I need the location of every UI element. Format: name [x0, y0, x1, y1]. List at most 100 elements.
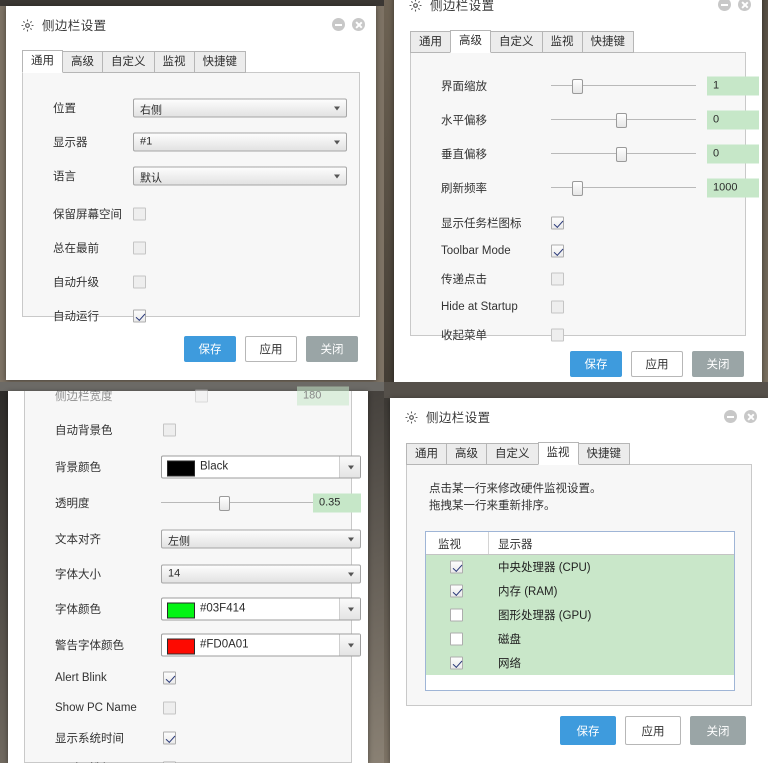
transparency-value-text: 0.35	[319, 496, 341, 509]
ram-checkbox[interactable]	[450, 584, 463, 598]
table-row[interactable]: 内存 (RAM)	[426, 579, 734, 603]
sidebar-width-value[interactable]: 180	[297, 386, 349, 406]
font-color-dropdown[interactable]: #03F414	[161, 597, 361, 621]
tab-advanced[interactable]: 高级	[446, 443, 487, 465]
font-size-dropdown[interactable]: 14	[161, 564, 361, 583]
ui-scale-value-text: 1	[713, 79, 720, 92]
collapse-menu-checkbox[interactable]	[551, 328, 564, 342]
slider-knob[interactable]	[572, 181, 584, 196]
apply-button[interactable]: 应用	[631, 351, 683, 377]
text-align-dropdown[interactable]: 左侧	[161, 529, 361, 548]
save-button[interactable]: 保存	[184, 336, 236, 362]
tab-monitor[interactable]: 监视	[541, 31, 583, 53]
minimize-icon[interactable]	[332, 18, 345, 31]
tab-custom[interactable]: 自定义	[102, 51, 155, 73]
tab-hotkeys[interactable]: 快捷键	[581, 31, 634, 53]
row-show-tray-icon: 显示任务栏图标	[411, 209, 745, 237]
minimize-icon[interactable]	[718, 0, 731, 11]
table-row[interactable]: 图形处理器 (GPU)	[426, 603, 734, 627]
close-icon[interactable]	[352, 18, 365, 31]
table-row[interactable]: 磁盘	[426, 627, 734, 651]
ui-scale-slider[interactable]	[551, 79, 696, 94]
passthrough-click-checkbox[interactable]	[551, 272, 564, 286]
position-dropdown[interactable]: 右侧	[133, 98, 347, 118]
show-pc-name-checkbox[interactable]	[163, 701, 176, 715]
tab-custom[interactable]: 自定义	[486, 443, 539, 465]
cpu-checkbox[interactable]	[450, 560, 463, 574]
tab-monitor[interactable]: 监视	[537, 442, 579, 465]
auto-bg-color-checkbox[interactable]	[163, 423, 176, 437]
language-value: 默认	[140, 172, 162, 185]
row-toolbar-mode: Toolbar Mode	[411, 237, 745, 265]
row-language: 语言 默认	[23, 159, 359, 193]
gear-icon	[21, 19, 34, 32]
show-system-time-checkbox[interactable]	[163, 731, 176, 745]
tab-advanced[interactable]: 高级	[62, 51, 103, 73]
slider-knob[interactable]	[615, 147, 627, 162]
save-button[interactable]: 保存	[570, 351, 622, 377]
tab-monitor[interactable]: 监视	[153, 51, 195, 73]
tab-hotkeys[interactable]: 快捷键	[577, 443, 630, 465]
tab-general[interactable]: 通用	[406, 443, 447, 465]
network-checkbox[interactable]	[450, 656, 463, 670]
settings-window-custom: 侧边栏宽度 180 自动背景色 背景颜色 Black 透明度 0.35 文本对齐…	[8, 386, 368, 763]
reserve-space-checkbox[interactable]	[133, 207, 146, 221]
sidebar-width-value-text: 180	[303, 389, 322, 402]
tab-custom[interactable]: 自定义	[490, 31, 543, 53]
column-header-monitor: 监视	[438, 539, 461, 551]
row-sidebar-width: 侧边栏宽度 180	[25, 385, 351, 407]
close-button[interactable]: 关闭	[692, 351, 744, 377]
minimize-icon[interactable]	[724, 410, 737, 423]
h-offset-slider[interactable]	[551, 113, 696, 128]
settings-window-advanced: 侧边栏设置 通用 高级 自定义 监视 快捷键 界面缩放 1 水平偏移 0 垂直偏…	[394, 0, 762, 382]
save-button[interactable]: 保存	[560, 716, 616, 745]
tab-advanced[interactable]: 高级	[450, 30, 491, 53]
slider-knob[interactable]	[572, 79, 584, 94]
refresh-rate-value[interactable]: 1000	[707, 178, 759, 198]
footer-buttons: 保存 应用 关闭	[184, 336, 358, 362]
always-on-top-checkbox[interactable]	[133, 241, 146, 255]
v-offset-slider[interactable]	[551, 147, 696, 162]
show-tray-icon-checkbox[interactable]	[551, 216, 564, 230]
warn-font-color-dropdown[interactable]: #FD0A01	[161, 633, 361, 657]
slider-knob[interactable]	[218, 496, 230, 511]
monitor-dropdown[interactable]: #1	[133, 132, 347, 152]
language-dropdown[interactable]: 默认	[133, 166, 347, 186]
row-position: 位置 右侧	[23, 91, 359, 125]
row-monitor: 显示器 #1	[23, 125, 359, 159]
disk-checkbox[interactable]	[450, 632, 463, 646]
apply-button[interactable]: 应用	[625, 716, 681, 745]
close-button[interactable]: 关闭	[306, 336, 358, 362]
row-auto-bg-color: 自动背景色	[25, 411, 351, 449]
bg-color-dropdown[interactable]: Black	[161, 455, 361, 479]
ui-scale-value[interactable]: 1	[707, 76, 759, 96]
transparency-value[interactable]: 0.35	[313, 493, 361, 513]
h-offset-value[interactable]: 0	[707, 110, 759, 130]
toolbar-mode-checkbox[interactable]	[551, 244, 564, 258]
close-button[interactable]: 关闭	[690, 716, 746, 745]
label-show-system-time: 显示系统时间	[55, 733, 124, 745]
close-icon[interactable]	[738, 0, 751, 11]
transparency-slider[interactable]	[161, 496, 326, 511]
sidebar-width-checkbox[interactable]	[195, 389, 208, 403]
refresh-rate-slider[interactable]	[551, 181, 696, 196]
close-icon[interactable]	[744, 410, 757, 423]
table-row[interactable]: 网络	[426, 651, 734, 675]
screenshot-grid: 侧边栏设置 通用 高级 自定义 监视 快捷键 位置 右侧 显示器 #1 语言 默…	[0, 0, 768, 763]
tab-general[interactable]: 通用	[22, 50, 63, 73]
auto-update-checkbox[interactable]	[133, 275, 146, 289]
apply-button[interactable]: 应用	[245, 336, 297, 362]
chevron-down-icon	[334, 174, 340, 179]
auto-run-checkbox[interactable]	[133, 309, 146, 323]
slider-knob[interactable]	[615, 113, 627, 128]
table-row[interactable]: 中央处理器 (CPU)	[426, 555, 734, 579]
chevron-down-icon	[348, 572, 354, 576]
v-offset-value[interactable]: 0	[707, 144, 759, 164]
tab-general[interactable]: 通用	[410, 31, 451, 53]
gpu-checkbox[interactable]	[450, 608, 463, 622]
alert-blink-checkbox[interactable]	[163, 671, 176, 685]
monitor-row-name: 内存 (RAM)	[498, 586, 558, 598]
hide-at-startup-checkbox[interactable]	[551, 300, 564, 314]
monitor-row-name: 网络	[498, 658, 521, 670]
tab-hotkeys[interactable]: 快捷键	[193, 51, 246, 73]
